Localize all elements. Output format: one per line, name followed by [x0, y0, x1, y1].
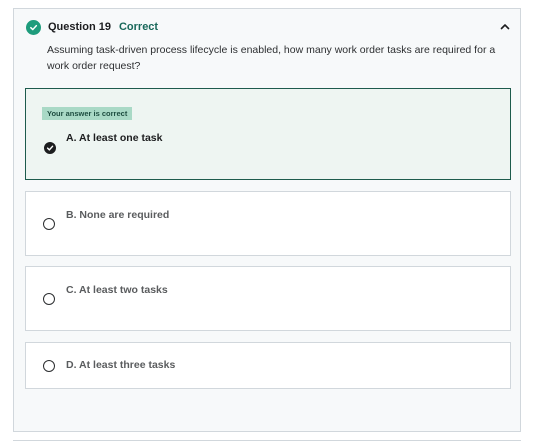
question-text: Assuming task-driven process lifecycle i… [47, 44, 496, 72]
answer-option-a[interactable]: Your answer is correct A. At least one t… [25, 88, 511, 180]
answer-option-d[interactable]: D. At least three tasks [25, 342, 511, 389]
question-panel: Question 19 Correct Assuming task-driven… [13, 8, 521, 432]
answer-option-b[interactable]: B. None are required [25, 191, 511, 256]
radio-icon[interactable] [43, 360, 55, 372]
radio-icon[interactable] [43, 218, 55, 230]
check-circle-icon [26, 19, 41, 35]
question-status: Correct [118, 21, 159, 33]
collapse-button[interactable] [499, 20, 511, 32]
question-header: Question 19 Correct [26, 19, 158, 35]
chevron-up-icon [500, 23, 510, 29]
correct-answer-badge: Your answer is correct [42, 107, 133, 120]
section-divider [13, 440, 521, 446]
option-label: B. None are required [66, 209, 170, 221]
radio-icon[interactable] [43, 293, 55, 305]
answer-option-c[interactable]: C. At least two tasks [25, 266, 511, 331]
option-label: C. At least two tasks [66, 284, 168, 296]
option-label: D. At least three tasks [66, 359, 176, 371]
radio-selected-icon[interactable] [44, 142, 56, 154]
question-number: Question 19 [48, 21, 111, 33]
option-label: A. At least one task [66, 132, 163, 144]
